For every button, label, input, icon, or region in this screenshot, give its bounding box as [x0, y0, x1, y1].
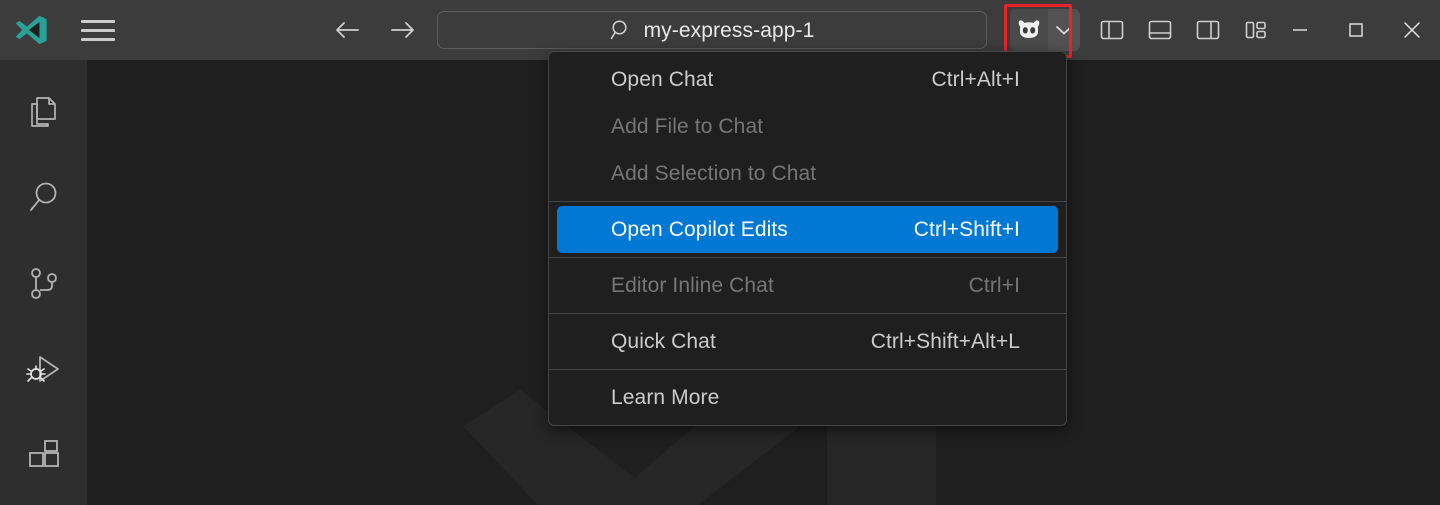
hamburger-icon [81, 19, 115, 41]
toggle-secondary-sidebar-button[interactable] [1186, 9, 1230, 51]
navigation-buttons [326, 10, 424, 50]
menu-item-add-selection-to-chat: Add Selection to Chat [557, 150, 1058, 197]
menu-separator [549, 257, 1066, 258]
sidebar-item-run-and-debug[interactable] [0, 332, 87, 408]
menu-item-shortcut: Ctrl+Alt+I [931, 67, 1020, 91]
customize-layout-icon [1245, 21, 1266, 39]
menu-item-label: Quick Chat [611, 329, 716, 353]
search-icon [29, 182, 56, 211]
menu-item-label: Add File to Chat [611, 114, 764, 138]
extensions-icon [28, 440, 59, 467]
source-control-icon [30, 268, 57, 299]
menu-item-learn-more[interactable]: Learn More [557, 374, 1058, 421]
copilot-icon [1018, 20, 1040, 38]
sidebar-item-extensions[interactable] [0, 418, 87, 494]
menu-item-open-copilot-edits[interactable]: Open Copilot Edits Ctrl+Shift+I [557, 206, 1058, 253]
maximize-icon [1349, 23, 1363, 37]
menu-item-label: Add Selection to Chat [611, 161, 817, 185]
menu-separator [549, 313, 1066, 314]
vscode-logo [0, 0, 62, 60]
menu-item-label: Learn More [611, 385, 720, 409]
menu-item-label: Open Chat [611, 67, 714, 91]
sidebar-item-source-control[interactable] [0, 246, 87, 322]
menu-item-label: Editor Inline Chat [611, 273, 774, 297]
menu-separator [549, 201, 1066, 202]
maximize-button[interactable] [1328, 0, 1384, 60]
menu-item-open-chat[interactable]: Open Chat Ctrl+Alt+I [557, 56, 1058, 103]
activity-bar [0, 60, 87, 505]
chevron-down-icon [1056, 26, 1072, 35]
sidebar-item-search[interactable] [0, 160, 87, 236]
minimize-button[interactable] [1272, 0, 1328, 60]
menu-separator [549, 369, 1066, 370]
primary-sidebar-icon [1100, 20, 1124, 40]
menu-item-editor-inline-chat: Editor Inline Chat Ctrl+I [557, 262, 1058, 309]
files-icon [30, 97, 56, 127]
window-controls [1272, 0, 1440, 60]
layout-controls [1090, 9, 1278, 51]
arrow-left-icon [336, 22, 359, 38]
main-menu-button[interactable] [70, 0, 126, 60]
arrow-right-icon [391, 22, 414, 38]
close-button[interactable] [1384, 0, 1440, 60]
menu-item-shortcut: Ctrl+Shift+Alt+L [870, 329, 1020, 353]
debug-icon [25, 356, 59, 382]
sidebar-item-explorer[interactable] [0, 74, 87, 150]
search-input-value: my-express-app-1 [643, 18, 815, 42]
menu-item-shortcut: Ctrl+Shift+I [913, 217, 1020, 241]
go-back-button[interactable] [326, 10, 368, 50]
toggle-primary-sidebar-button[interactable] [1090, 9, 1134, 51]
menu-item-quick-chat[interactable]: Quick Chat Ctrl+Shift+Alt+L [557, 318, 1058, 365]
close-icon [1404, 22, 1420, 38]
panel-icon [1148, 20, 1172, 40]
copilot-menu-button[interactable] [1010, 9, 1080, 51]
copilot-dropdown-button[interactable] [1048, 9, 1080, 51]
copilot-button[interactable] [1010, 9, 1048, 51]
secondary-sidebar-icon [1196, 20, 1220, 40]
go-forward-button[interactable] [382, 10, 424, 50]
menu-item-label: Open Copilot Edits [611, 217, 788, 241]
menu-item-add-file-to-chat: Add File to Chat [557, 103, 1058, 150]
menu-item-shortcut: Ctrl+I [968, 273, 1020, 297]
toggle-panel-button[interactable] [1138, 9, 1182, 51]
copilot-dropdown-menu: Open Chat Ctrl+Alt+I Add File to Chat Ad… [548, 51, 1067, 426]
vscode-logo-icon [15, 15, 47, 45]
search-input[interactable]: my-express-app-1 [437, 11, 987, 49]
vscode-window: my-express-app-1 Open Chat Ctrl+Alt+I Ad… [0, 0, 1440, 505]
minimize-icon [1293, 29, 1307, 31]
search-icon [610, 20, 627, 40]
